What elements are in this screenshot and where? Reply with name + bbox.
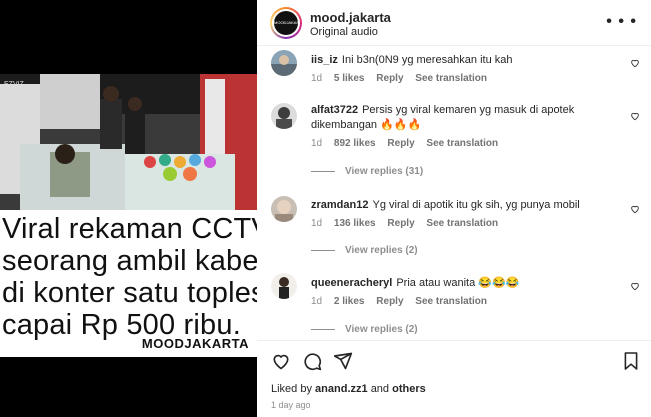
view-replies-button[interactable]: View replies (31)	[311, 166, 423, 177]
watermark: MOODJAKARTA	[141, 336, 249, 351]
username[interactable]: mood.jakarta	[310, 10, 391, 25]
comment-likes[interactable]: 5 likes	[334, 73, 365, 84]
comment-likes[interactable]: 892 likes	[334, 138, 376, 149]
caption-line: di konter satu toples	[2, 277, 266, 309]
liked-and: and	[370, 383, 390, 395]
avatar[interactable]: MOODJAKARTA	[270, 7, 302, 39]
share-icon[interactable]	[333, 351, 353, 371]
comments-panel: MOODJAKARTA mood.jakarta Original audio …	[257, 0, 651, 417]
cctv-image: EZVIZ	[0, 74, 257, 210]
comment-text: Pria atau wanita 😂😂😂	[396, 277, 520, 289]
heart-icon[interactable]	[630, 204, 640, 214]
comment-username[interactable]: iis_iz	[311, 54, 338, 66]
comment-text: Ini b3n(0N9 yg meresahkan itu kah	[341, 54, 513, 66]
comment-username[interactable]: queeneracheryl	[311, 277, 392, 289]
commenter-avatar[interactable]	[271, 273, 297, 299]
see-translation-button[interactable]: See translation	[426, 218, 498, 229]
action-bar	[257, 340, 651, 374]
comment-time[interactable]: 1d	[311, 296, 322, 307]
commenter-avatar[interactable]	[271, 103, 297, 129]
comment-likes[interactable]: 2 likes	[334, 296, 365, 307]
view-replies-button[interactable]: View replies (2)	[311, 324, 418, 335]
post-time[interactable]: 1 day ago	[271, 400, 311, 410]
comment-time[interactable]: 1d	[311, 218, 322, 229]
liked-user[interactable]: anand.zz1	[315, 383, 368, 395]
see-translation-button[interactable]: See translation	[426, 138, 498, 149]
commenter-avatar[interactable]	[271, 50, 297, 76]
commenter-avatar[interactable]	[271, 196, 297, 222]
comment-username[interactable]: alfat3722	[311, 104, 358, 116]
heart-icon[interactable]	[630, 281, 640, 291]
reply-button[interactable]: Reply	[387, 218, 414, 229]
comment-time[interactable]: 1d	[311, 73, 322, 84]
comment-time[interactable]: 1d	[311, 138, 322, 149]
caption-card: Viral rekaman CCTV seorang ambil kabel d…	[0, 210, 271, 357]
cctv-stamp: EZVIZ	[4, 81, 25, 88]
more-icon[interactable]: • • •	[606, 13, 637, 31]
audio-label[interactable]: Original audio	[310, 26, 378, 38]
likes-summary: Liked by anand.zz1 and others	[271, 383, 426, 395]
caption-line: Viral rekaman CCTV	[2, 213, 271, 245]
post-header: MOODJAKARTA mood.jakarta Original audio …	[257, 0, 651, 46]
reply-button[interactable]: Reply	[376, 73, 403, 84]
post-media[interactable]: EZVIZ Viral rekaman CCTV seorang ambil k…	[0, 0, 271, 417]
reply-button[interactable]: Reply	[376, 296, 403, 307]
bookmark-icon[interactable]	[623, 351, 639, 371]
liked-prefix: Liked by	[271, 383, 312, 395]
heart-icon[interactable]	[630, 58, 640, 68]
see-translation-button[interactable]: See translation	[415, 73, 487, 84]
see-translation-button[interactable]: See translation	[415, 296, 487, 307]
liked-others[interactable]: others	[392, 383, 426, 395]
comment-icon[interactable]	[302, 351, 322, 371]
avatar-logo: MOODJAKARTA	[274, 11, 298, 35]
reply-button[interactable]: Reply	[387, 138, 414, 149]
caption-line: seorang ambil kabel	[2, 245, 266, 277]
comment-text: Yg viral di apotik itu gk sih, yg punya …	[372, 199, 580, 211]
heart-icon[interactable]	[630, 111, 640, 121]
comment-likes[interactable]: 136 likes	[334, 218, 376, 229]
heart-icon[interactable]	[271, 351, 291, 371]
comment-username[interactable]: zramdan12	[311, 199, 368, 211]
view-replies-button[interactable]: View replies (2)	[311, 245, 418, 256]
